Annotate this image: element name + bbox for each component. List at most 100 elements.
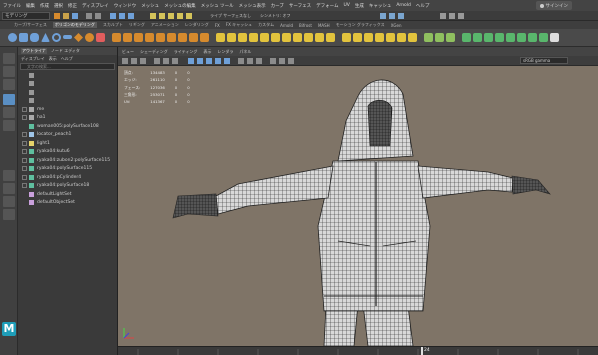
shelf-tab-animation[interactable]: アニメーション <box>151 22 179 28</box>
outliner-menu-help[interactable]: ヘルプ <box>61 56 73 62</box>
viewport-menu-view[interactable]: ビュー <box>122 49 134 55</box>
list-item[interactable]: woman005:polySurface108 <box>22 122 117 131</box>
signin-button[interactable]: サインイン <box>535 1 572 10</box>
viewport-menu-panels[interactable]: パネル <box>239 49 251 55</box>
merge-icon[interactable] <box>260 33 269 42</box>
sweep-mesh-icon[interactable] <box>96 33 105 42</box>
list-item[interactable]: defaultLightSet <box>22 190 117 199</box>
reduce-icon[interactable] <box>200 33 209 42</box>
layout-uv-icon[interactable] <box>550 33 559 42</box>
shelf-tab-motion-graphics[interactable]: モーション グラフィックス <box>336 22 385 28</box>
edge-loop-icon[interactable] <box>375 33 384 42</box>
smooth-icon[interactable] <box>145 33 154 42</box>
poly-cylinder-icon[interactable] <box>30 33 39 42</box>
shelf-tab-rendering[interactable]: レンダリング <box>185 22 209 28</box>
four-view-icon[interactable] <box>3 183 15 194</box>
list-item[interactable]: ryaka04:polySurface18 <box>22 182 117 191</box>
menu-uv[interactable]: UV <box>343 3 349 8</box>
list-item[interactable]: light1 <box>22 139 117 148</box>
offset-loop-icon[interactable] <box>386 33 395 42</box>
extrude-icon[interactable] <box>216 33 225 42</box>
menu-create[interactable]: 作成 <box>40 3 49 9</box>
list-item[interactable]: ryaka04:polySurface115 <box>22 165 117 174</box>
mode-selector[interactable]: モデリング <box>2 12 50 20</box>
uv-editor-icon[interactable] <box>462 33 471 42</box>
viewport-3d[interactable]: 頂点: 134483 0 0 エッジ: 261110 0 0 フェース: 127036 0 0 三… <box>118 66 598 346</box>
shelf-tab-arnold[interactable]: Arnold <box>280 23 293 28</box>
persp-outliner-icon[interactable] <box>3 196 15 207</box>
menu-modify[interactable]: 修正 <box>68 3 77 9</box>
tab-outliner[interactable]: アウトライナ <box>21 48 47 54</box>
list-item[interactable]: locator_peach1 <box>22 131 117 140</box>
menu-display[interactable]: ディスプレイ <box>82 3 109 9</box>
paint-select-tool-icon[interactable] <box>3 79 15 90</box>
separate-icon[interactable] <box>123 33 132 42</box>
planar-map-icon[interactable] <box>473 33 482 42</box>
tab-node-editor[interactable]: ノード エディタ <box>51 48 80 54</box>
menu-surfaces[interactable]: サーフェス <box>289 3 311 9</box>
list-item[interactable] <box>22 71 117 80</box>
viewport-menu-renderer[interactable]: レンダラ <box>217 49 233 55</box>
retopologize-icon[interactable] <box>178 33 187 42</box>
persp-graph-icon[interactable] <box>3 209 15 220</box>
expand-icon[interactable] <box>22 166 27 172</box>
conform-icon[interactable] <box>424 33 433 42</box>
combine-icon[interactable] <box>112 33 121 42</box>
select-tool-icon[interactable] <box>3 53 15 64</box>
make-live-icon[interactable] <box>446 33 455 42</box>
shelf-tab-rigging[interactable]: リギング <box>129 22 145 28</box>
menu-help[interactable]: ヘルプ <box>416 3 430 9</box>
expand-icon[interactable] <box>22 132 27 138</box>
menu-select[interactable]: 選択 <box>54 3 63 9</box>
shelf-tab-fx-caching[interactable]: FX キャッシュ <box>226 22 252 28</box>
symmetry-label[interactable]: シンメトリ: オフ <box>260 13 291 19</box>
list-item[interactable]: ryaka04:kutu6 <box>22 148 117 157</box>
expand-icon[interactable] <box>22 183 27 189</box>
no-live-surface-label[interactable]: ライブ サーフェスなし <box>210 13 251 19</box>
list-item[interactable]: me <box>22 105 117 114</box>
soft-select-icon[interactable] <box>435 33 444 42</box>
quad-draw-icon[interactable] <box>364 33 373 42</box>
shelf-tab-xgen[interactable]: XGen <box>391 23 402 28</box>
shelf-tab-mash[interactable]: MASH <box>318 23 330 28</box>
menu-deform[interactable]: デフォーム <box>316 3 338 9</box>
menu-mesh[interactable]: メッシュ <box>141 3 159 9</box>
expand-icon[interactable] <box>22 106 27 112</box>
menu-file[interactable]: ファイル <box>3 3 21 9</box>
automatic-map-icon[interactable] <box>484 33 493 42</box>
wedge-icon[interactable] <box>304 33 313 42</box>
list-item[interactable]: ryaka04:pCylinder4 <box>22 173 117 182</box>
poly-torus-icon[interactable] <box>52 33 61 42</box>
poke-icon[interactable] <box>293 33 302 42</box>
shelf-tab-curves-surfaces[interactable]: カーブ/サーフェス <box>14 22 47 28</box>
mirror-icon[interactable] <box>134 33 143 42</box>
shelf-tab-custom[interactable]: カスタム <box>258 22 274 28</box>
outliner-search-input[interactable]: 文字の検索... <box>20 63 115 70</box>
cut-uv-icon[interactable] <box>517 33 526 42</box>
menu-cache[interactable]: キャッシュ <box>369 3 392 9</box>
poly-plane-icon[interactable] <box>63 35 72 39</box>
boolean-icon[interactable] <box>156 33 165 42</box>
viewport-menu-show[interactable]: 表示 <box>203 49 211 55</box>
outliner-menu-display[interactable]: ディスプレイ <box>21 56 45 62</box>
list-item[interactable] <box>22 80 117 89</box>
outliner-menu-show[interactable]: 表示 <box>49 56 57 62</box>
expand-icon[interactable] <box>22 149 27 155</box>
list-item[interactable]: ryaka04:zubon2:polySurface115 <box>22 156 117 165</box>
poly-cone-icon[interactable] <box>41 33 50 42</box>
insert-loop-icon[interactable] <box>408 33 417 42</box>
list-item[interactable]: defaultObjectSet <box>22 199 117 208</box>
unfold-uv-icon[interactable] <box>539 33 548 42</box>
rotate-tool-icon[interactable] <box>3 107 15 118</box>
wireframe-character-model[interactable] <box>118 66 598 346</box>
remesh-icon[interactable] <box>167 33 176 42</box>
shelf-tab-poly-modeling[interactable]: ポリゴンのモデリング <box>52 22 97 28</box>
viewport-menu-lighting[interactable]: ライティング <box>174 49 198 55</box>
list-item[interactable] <box>22 97 117 106</box>
lasso-tool-icon[interactable] <box>3 66 15 77</box>
poly-cube-icon[interactable] <box>19 33 28 42</box>
menu-mesh-display[interactable]: メッシュ表示 <box>239 3 266 9</box>
list-item[interactable] <box>22 88 117 97</box>
slide-edge-icon[interactable] <box>397 33 406 42</box>
poly-disc-icon[interactable] <box>74 33 83 42</box>
